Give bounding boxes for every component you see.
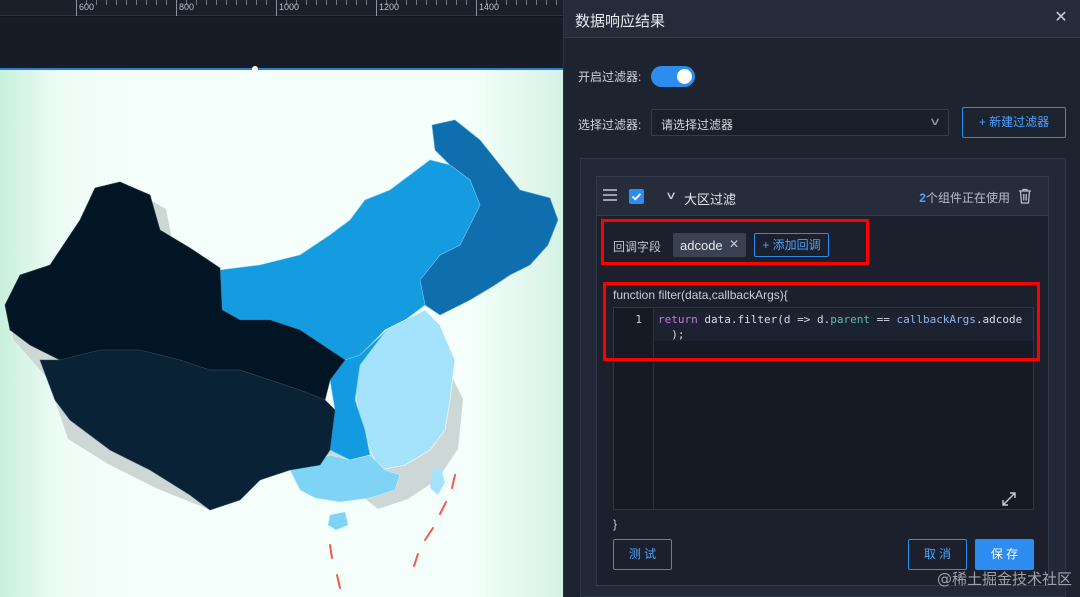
ruler-label: 1400 xyxy=(479,2,500,12)
function-signature: function filter(data,callbackArgs){ xyxy=(613,288,788,302)
close-icon[interactable]: ✕ xyxy=(1051,8,1071,28)
line-number: 1 xyxy=(635,313,642,326)
add-callback-button[interactable]: + 添加回调 xyxy=(754,233,829,257)
filter-title: 大区过滤 xyxy=(684,192,737,207)
filter-select[interactable]: 请选择过滤器 ∨ xyxy=(651,109,949,136)
ruler-label: 800 xyxy=(179,2,195,12)
function-closing-brace: } xyxy=(613,517,618,531)
expand-icon[interactable] xyxy=(1001,491,1017,507)
drag-handle-icon[interactable] xyxy=(603,189,617,201)
new-filter-button[interactable]: + 新建过滤器 xyxy=(962,107,1066,138)
code-content[interactable]: return data.filter(d => d.parent == call… xyxy=(658,312,1022,342)
callback-field-label: 回调字段 xyxy=(613,240,662,254)
enable-filter-toggle[interactable] xyxy=(651,66,695,87)
save-button[interactable]: 保 存 xyxy=(975,539,1034,570)
ruler-label: 1200 xyxy=(379,2,400,12)
ruler-major-tick xyxy=(276,0,277,16)
close-icon[interactable]: ✕ xyxy=(729,237,739,251)
check-icon xyxy=(631,193,642,201)
canvas-resize-handle[interactable] xyxy=(252,66,258,72)
filter-select-placeholder: 请选择过滤器 xyxy=(661,118,734,132)
filter-card: ∨ 大区过滤 2个组件正在使用 回调字段 adcode ✕ + 添加回调 fun… xyxy=(596,176,1049,586)
usage-count: 2 xyxy=(919,191,926,205)
screen: 600 800 1000 1200 1400 数据响应结果 ✕ 开启过滤器: 选… xyxy=(0,0,1080,597)
usage-info: 2个组件正在使用 xyxy=(919,189,1010,206)
region-hainan[interactable] xyxy=(328,512,348,530)
filter-checkbox[interactable] xyxy=(629,189,644,204)
canvas-selection-border xyxy=(0,68,563,70)
usage-text: 个组件正在使用 xyxy=(925,191,1010,205)
line-number-gutter: 1 xyxy=(614,308,654,509)
canvas-area: 600 800 1000 1200 1400 xyxy=(0,0,563,597)
data-response-panel: 数据响应结果 ✕ 开启过滤器: 选择过滤器: 请选择过滤器 ∨ + 新建过滤器 … xyxy=(563,0,1080,597)
map-canvas[interactable] xyxy=(0,70,563,597)
ruler-label: 1000 xyxy=(279,2,300,12)
workspace-background xyxy=(0,17,563,69)
ruler-major-tick xyxy=(176,0,177,16)
callback-tag-label: adcode xyxy=(680,238,723,253)
collapse-chevron-icon[interactable]: ∨ xyxy=(665,189,677,202)
trash-icon[interactable] xyxy=(1018,188,1032,204)
toggle-knob xyxy=(677,69,692,84)
select-filter-label: 选择过滤器: xyxy=(578,118,642,132)
ruler-major-tick xyxy=(76,0,77,16)
china-map[interactable] xyxy=(0,70,563,597)
enable-filter-label: 开启过滤器: xyxy=(578,70,642,84)
cancel-button[interactable]: 取 消 xyxy=(908,539,967,570)
watermark: @稀土掘金技术社区 xyxy=(936,570,1072,588)
filter-card-header: ∨ 大区过滤 2个组件正在使用 xyxy=(597,177,1048,216)
ruler-major-tick xyxy=(476,0,477,16)
panel-title: 数据响应结果 xyxy=(575,13,666,30)
code-editor[interactable]: 1 return data.filter(d => d.parent == ca… xyxy=(613,307,1034,510)
ruler-major-tick xyxy=(376,0,377,16)
panel-header: 数据响应结果 ✕ xyxy=(564,0,1080,38)
horizontal-ruler: 600 800 1000 1200 1400 xyxy=(0,0,563,16)
ruler-label: 600 xyxy=(79,2,95,12)
test-button[interactable]: 测 试 xyxy=(613,539,672,570)
callback-tag: adcode ✕ xyxy=(673,233,746,257)
chevron-down-icon: ∨ xyxy=(928,116,942,128)
